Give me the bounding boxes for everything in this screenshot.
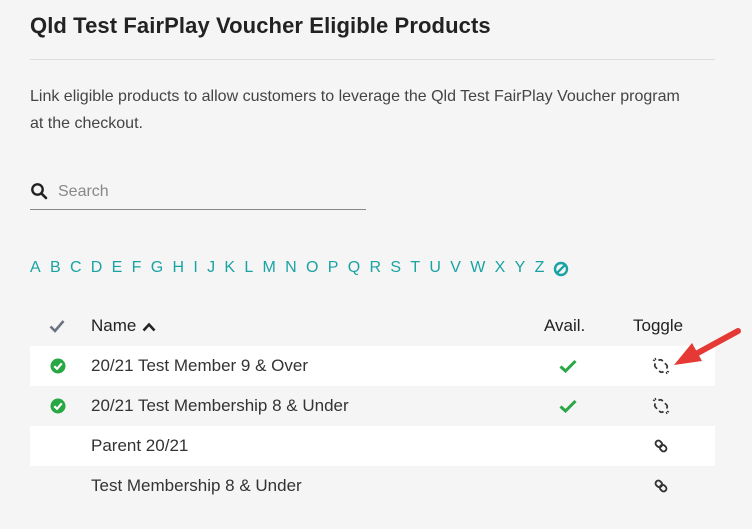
letter-filter-i[interactable]: I <box>193 259 197 281</box>
table-row: 20/21 Test Membership 8 & Under <box>30 386 715 426</box>
description-text: Link eligible products to allow customer… <box>30 88 680 132</box>
available-check-icon <box>559 359 577 373</box>
letter-filter-y[interactable]: Y <box>515 259 526 281</box>
letter-filter-m[interactable]: M <box>263 259 276 281</box>
letter-filter-h[interactable]: H <box>172 259 184 281</box>
letter-filter-z[interactable]: Z <box>535 259 545 281</box>
clear-filter-icon[interactable] <box>553 261 569 277</box>
letter-filter-v[interactable]: V <box>450 259 461 281</box>
letter-filter-p[interactable]: P <box>328 259 339 281</box>
linked-check-icon <box>50 398 66 414</box>
letter-filter-d[interactable]: D <box>91 259 103 281</box>
letter-filter-e[interactable]: E <box>112 259 123 281</box>
letter-filter-a[interactable]: A <box>30 259 41 281</box>
letter-filter-l[interactable]: L <box>244 259 253 281</box>
product-name: Test Membership 8 & Under <box>91 476 302 495</box>
letter-filter-f[interactable]: F <box>132 259 142 281</box>
letter-filter-k[interactable]: K <box>224 259 235 281</box>
sort-ascending-icon <box>142 322 156 331</box>
letter-filter-b[interactable]: B <box>50 259 61 281</box>
title-divider <box>30 59 715 60</box>
available-check-icon <box>559 399 577 413</box>
column-header-name[interactable]: Name <box>91 316 156 336</box>
eligible-products-panel: Qld Test FairPlay Voucher Eligible Produ… <box>0 0 752 529</box>
product-name: Parent 20/21 <box>91 436 189 455</box>
table-row: Test Membership 8 & Under <box>30 466 715 506</box>
link-icon[interactable] <box>652 437 670 455</box>
letter-filter-x[interactable]: X <box>495 259 506 281</box>
letter-filter-g[interactable]: G <box>151 259 163 281</box>
letter-filter-o[interactable]: O <box>306 259 318 281</box>
column-name-label: Name <box>91 316 137 335</box>
unlink-icon[interactable] <box>652 357 670 375</box>
linked-check-icon <box>50 358 66 374</box>
letter-filter-t[interactable]: T <box>410 259 420 281</box>
letter-filter-s[interactable]: S <box>390 259 401 281</box>
unlink-icon[interactable] <box>652 397 670 415</box>
column-header-avail: Avail. <box>544 316 586 335</box>
letter-filter-n[interactable]: N <box>285 259 297 281</box>
table-row: 20/21 Test Member 9 & Over <box>30 346 715 386</box>
product-name: 20/21 Test Membership 8 & Under <box>91 396 349 415</box>
alphabet-filter: ABCDEFGHIJKLMNOPQRSTUVWXYZ <box>30 259 569 281</box>
search-icon <box>31 183 48 200</box>
link-icon[interactable] <box>652 477 670 495</box>
letter-filter-r[interactable]: R <box>369 259 381 281</box>
table-header: Name Avail. Toggle <box>30 306 715 346</box>
select-all-check-icon[interactable] <box>49 319 65 333</box>
letter-filter-w[interactable]: W <box>470 259 485 281</box>
table-row: Parent 20/21 <box>30 426 715 466</box>
letter-filter-u[interactable]: U <box>429 259 441 281</box>
letter-filter-j[interactable]: J <box>207 259 215 281</box>
letter-filter-c[interactable]: C <box>70 259 82 281</box>
search-input[interactable] <box>56 178 360 206</box>
search-field[interactable] <box>30 175 366 210</box>
red-pointer-arrow-icon <box>674 328 741 365</box>
page-title: Qld Test FairPlay Voucher Eligible Produ… <box>30 13 491 38</box>
products-table: Name Avail. Toggle 20/21 Test Member 9 &… <box>30 306 715 506</box>
product-name: 20/21 Test Member 9 & Over <box>91 356 309 375</box>
letter-filter-q[interactable]: Q <box>348 259 360 281</box>
